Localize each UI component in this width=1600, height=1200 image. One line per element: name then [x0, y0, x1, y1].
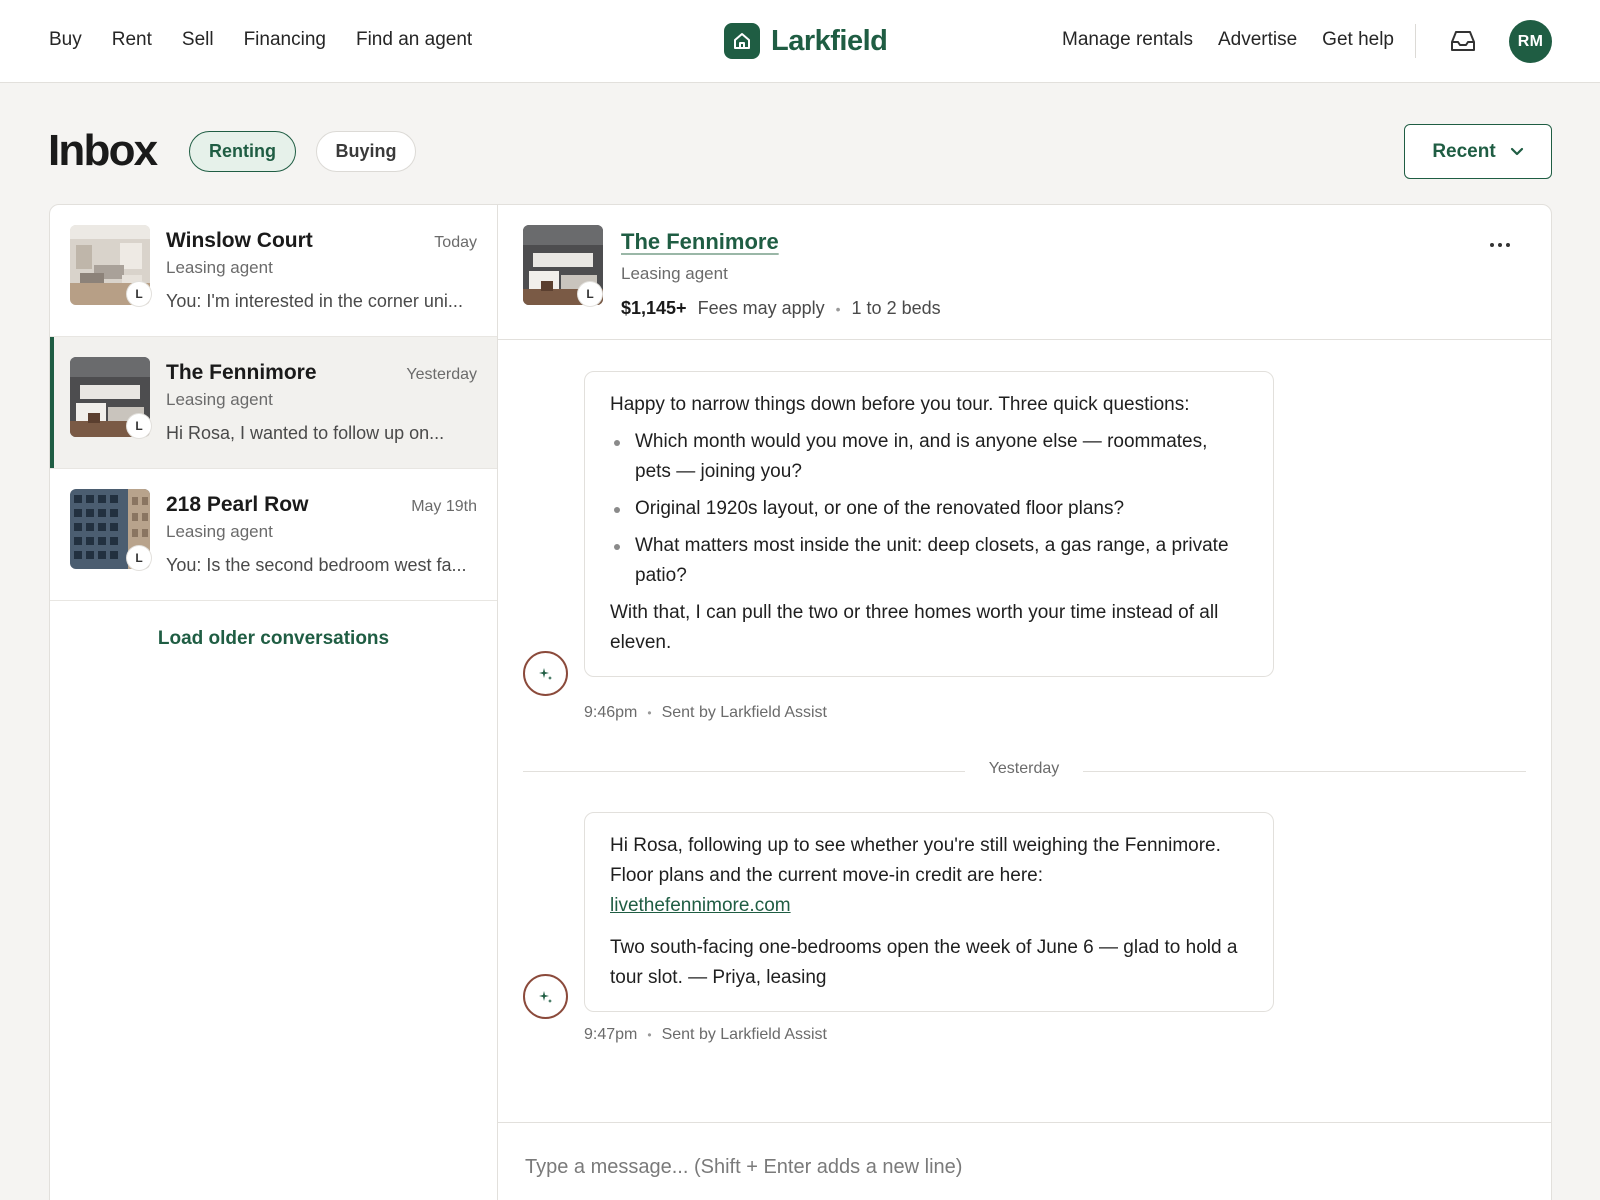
brand-logo[interactable]: Larkfield: [724, 23, 888, 59]
user-avatar[interactable]: RM: [1509, 20, 1552, 63]
message-text: Hi Rosa, following up to see whether you…: [610, 831, 1248, 921]
more-options-icon[interactable]: [1485, 235, 1515, 255]
brand-name: Larkfield: [771, 24, 888, 57]
thread-header: L The Fennimore Leasing agent $1,145+ Fe…: [498, 205, 1551, 340]
listing-fees: Fees may apply: [697, 298, 825, 318]
conversation-snippet: You: Is the second bedroom west fa...: [166, 555, 467, 575]
home-icon: [724, 23, 760, 59]
sort-label: Recent: [1432, 140, 1496, 162]
nav-divider: [1415, 24, 1416, 58]
question-item: What matters most inside the unit: deep …: [610, 531, 1248, 591]
conversation-snippet: Hi Rosa, I wanted to follow up on...: [166, 423, 445, 443]
conversation-role: Leasing agent: [166, 390, 273, 409]
separator-dot: •: [647, 706, 652, 720]
message-meta: 9:47pm • Sent by Larkfield Assist: [584, 1026, 827, 1044]
thread-role: Leasing agent: [621, 264, 728, 283]
message-text: Two south-facing one-bedrooms open the w…: [610, 937, 1238, 988]
day-divider-label: Yesterday: [988, 760, 1060, 777]
conversation-list: L Winslow Court Today Leasing agent You:…: [50, 205, 498, 1200]
nav-link-buy[interactable]: Buy: [49, 29, 82, 51]
nav-link-sell[interactable]: Sell: [182, 29, 214, 51]
top-nav: Buy Rent Sell Financing Find an agent La…: [0, 0, 1600, 83]
filter-buying[interactable]: Buying: [316, 131, 416, 172]
conversation-item[interactable]: L Winslow Court Today Leasing agent You:…: [50, 205, 497, 337]
conversation-name: The Fennimore: [166, 361, 317, 384]
conversation-role: Leasing agent: [166, 522, 273, 541]
sort-dropdown[interactable]: Recent: [1404, 124, 1552, 179]
message-composer: [498, 1122, 1551, 1200]
conversation-date: Today: [434, 234, 477, 251]
conversation-date: Yesterday: [406, 366, 477, 383]
secondary-nav: Manage rentals Advertise Get help: [1062, 0, 1394, 80]
message-bubble: Happy to narrow things down before you t…: [584, 371, 1274, 677]
day-divider: Yesterday: [523, 760, 1526, 782]
conversation-snippet: You: I'm interested in the corner uni...: [166, 291, 463, 311]
listing-summary: $1,145+ Fees may apply • 1 to 2 beds: [621, 298, 941, 319]
message-input[interactable]: [525, 1147, 1505, 1187]
message-link[interactable]: livethefennimore.com: [610, 895, 791, 916]
conversation-name: Winslow Court: [166, 229, 313, 252]
conversation-date: May 19th: [411, 498, 477, 515]
conversation-name: 218 Pearl Row: [166, 493, 309, 516]
inbox-card: L Winslow Court Today Leasing agent You:…: [49, 204, 1552, 1200]
thread-property-name[interactable]: The Fennimore: [621, 229, 779, 255]
load-older-button[interactable]: Load older conversations: [50, 628, 497, 650]
conversation-role: Leasing agent: [166, 258, 273, 277]
nav-link-get-help[interactable]: Get help: [1322, 29, 1394, 51]
listing-price: $1,145+: [621, 298, 687, 318]
divider-line: [1083, 771, 1526, 772]
separator-dot: •: [647, 1028, 652, 1042]
message-time: 9:46pm: [584, 704, 638, 721]
nav-link-advertise[interactable]: Advertise: [1218, 29, 1297, 51]
message-text: Happy to narrow things down before you t…: [610, 394, 1190, 415]
agent-badge: L: [127, 546, 151, 570]
divider-line: [523, 771, 965, 772]
sparkle-icon: [523, 651, 568, 696]
nav-link-find-agent[interactable]: Find an agent: [356, 29, 472, 51]
conversation-item[interactable]: L 218 Pearl Row May 19th Leasing agent Y…: [50, 469, 497, 601]
page-title: Inbox: [48, 126, 158, 175]
message-body: Hi Rosa, following up to see whether you…: [610, 835, 1221, 886]
agent-badge: L: [127, 414, 151, 438]
primary-nav: Buy Rent Sell Financing Find an agent: [49, 0, 472, 80]
question-item: Original 1920s layout, or one of the ren…: [610, 494, 1248, 524]
chevron-down-icon: [1510, 147, 1523, 156]
message-meta: 9:46pm • Sent by Larkfield Assist: [584, 704, 827, 722]
filter-renting[interactable]: Renting: [189, 131, 296, 172]
nav-link-financing[interactable]: Financing: [244, 29, 326, 51]
message-time: 9:47pm: [584, 1026, 638, 1043]
conversation-item-active[interactable]: L The Fennimore Yesterday Leasing agent …: [50, 337, 497, 469]
agent-badge: L: [578, 282, 602, 306]
listing-beds: 1 to 2 beds: [851, 298, 941, 318]
message-bubble: Hi Rosa, following up to see whether you…: [584, 812, 1274, 1012]
message-sender: Sent by Larkfield Assist: [661, 1026, 827, 1043]
question-list: Which month would you move in, and is an…: [610, 427, 1248, 591]
agent-badge: L: [127, 282, 151, 306]
message-text: With that, I can pull the two or three h…: [610, 602, 1219, 653]
nav-link-rent[interactable]: Rent: [112, 29, 152, 51]
separator-dot: •: [835, 300, 841, 317]
message-sender: Sent by Larkfield Assist: [661, 704, 827, 721]
question-item: Which month would you move in, and is an…: [610, 427, 1248, 487]
message-thread: L The Fennimore Leasing agent $1,145+ Fe…: [498, 205, 1551, 1200]
inbox-tray-icon[interactable]: [1448, 24, 1478, 58]
nav-link-manage-rentals[interactable]: Manage rentals: [1062, 29, 1193, 51]
sparkle-icon: [523, 974, 568, 1019]
